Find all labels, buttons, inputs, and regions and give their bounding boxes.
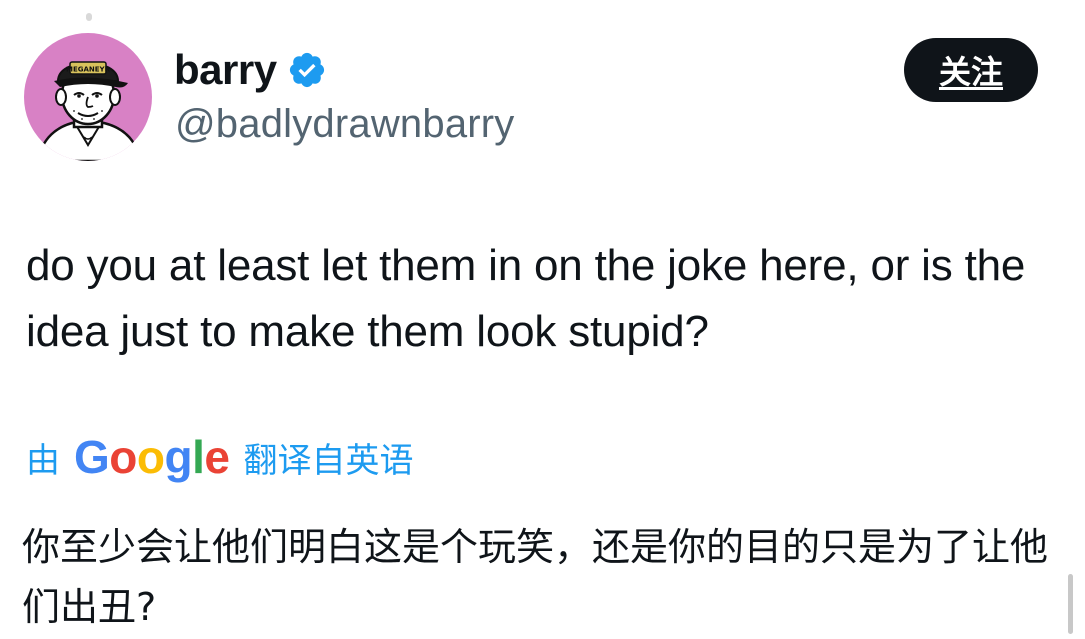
follow-button[interactable]: 关注 xyxy=(904,38,1038,102)
translation-prefix: 由 xyxy=(26,440,60,481)
avatar[interactable]: MEGANEYR xyxy=(24,33,152,161)
avatar-portrait-icon: MEGANEYR xyxy=(24,33,152,161)
google-logo-letter: e xyxy=(204,431,230,483)
avatar-hat-text: MEGANEYR xyxy=(66,66,111,74)
translation-suffix[interactable]: 翻译自英语 xyxy=(243,433,413,482)
translated-text: 你至少会让他们明白这是个玩笑，还是你的目的只是为了让他们出丑? xyxy=(22,525,1049,629)
verified-badge-icon xyxy=(289,52,324,88)
translation-attribution[interactable]: 由 Google 翻译自英语 xyxy=(26,427,413,487)
google-logo-letter: o xyxy=(136,431,165,483)
tweet-text: do you at least let them in on the joke … xyxy=(26,241,1026,356)
author-name-row[interactable]: barry xyxy=(174,46,327,94)
drag-handle-dot xyxy=(86,13,92,21)
author-handle[interactable]: @badlydrawnbarry xyxy=(175,100,515,148)
google-logo-letter: g xyxy=(164,431,193,483)
google-logo-letter: o xyxy=(109,431,137,483)
google-logo-letter: G xyxy=(74,431,110,483)
google-logo: Google xyxy=(74,431,230,483)
scrollbar[interactable] xyxy=(1068,574,1073,634)
google-logo-letter: l xyxy=(192,431,205,483)
author-display-name[interactable]: barry xyxy=(174,46,277,94)
